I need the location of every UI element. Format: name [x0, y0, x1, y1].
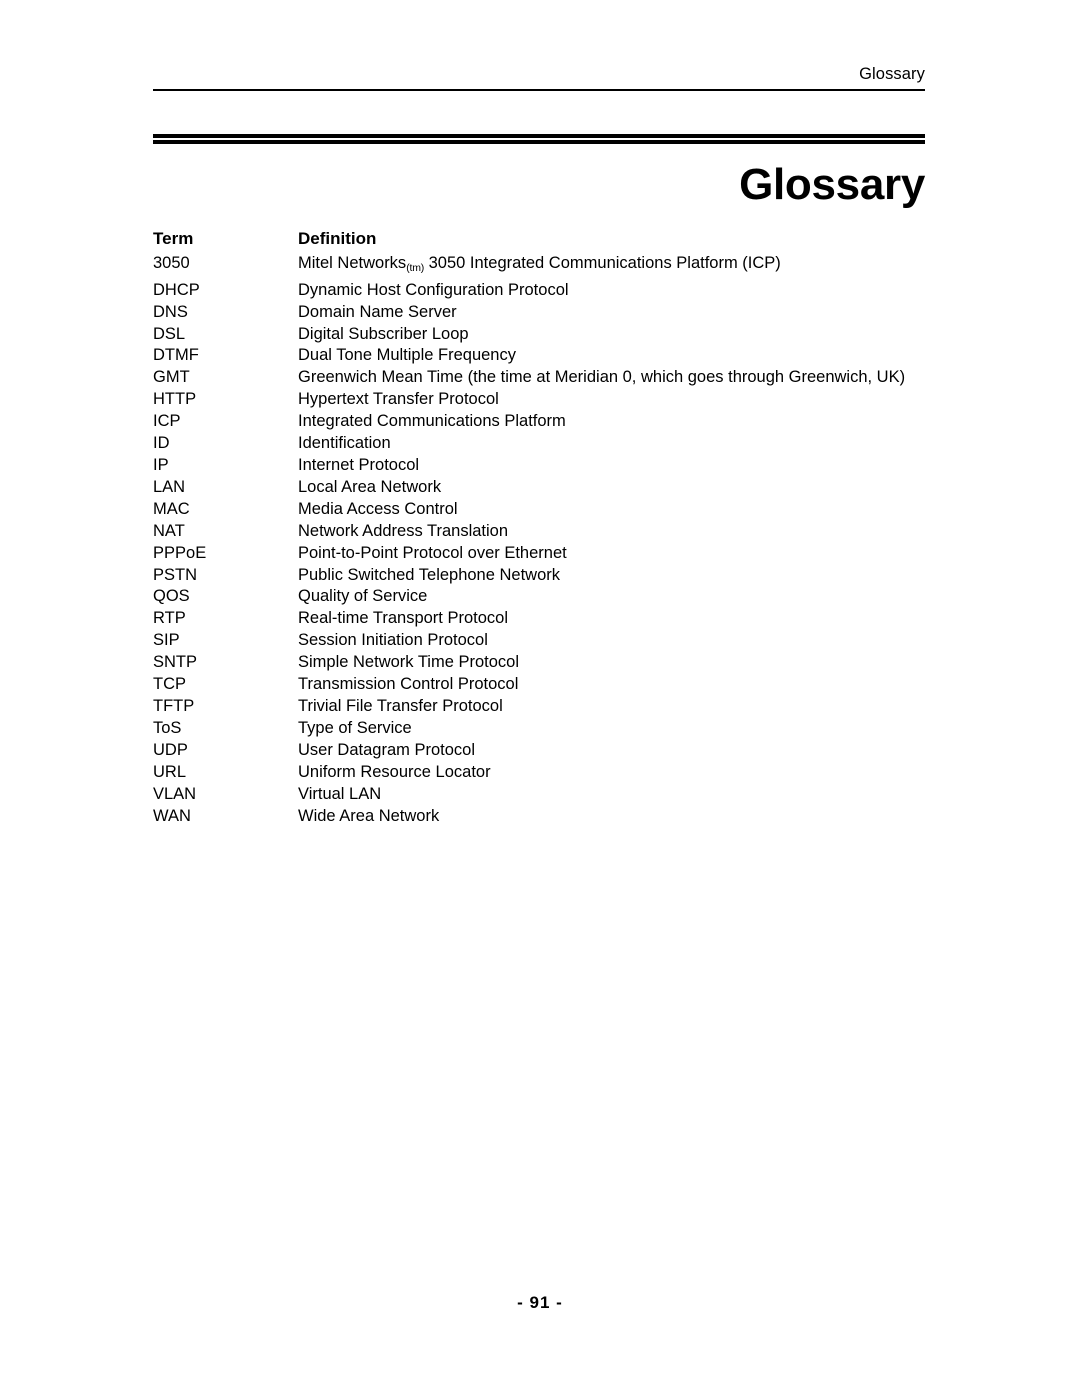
glossary-definition: Domain Name Server — [298, 302, 457, 321]
title-rule-bottom-bar — [153, 140, 925, 144]
definition-text-post: 3050 Integrated Communications Platform … — [424, 253, 781, 272]
page-number: - 91 - — [517, 1293, 563, 1312]
table-row: PPPoE Point-to-Point Protocol over Ethern… — [153, 543, 943, 565]
table-row: QOS Quality of Service — [153, 586, 943, 608]
glossary-term: ToS — [153, 718, 182, 737]
glossary-term: ID — [153, 434, 170, 453]
glossary-term: IP — [153, 456, 169, 474]
header-rule — [153, 89, 925, 91]
glossary-definition: Local Area Network — [298, 477, 442, 496]
glossary-definition: Mitel Networks(tm) 3050 Integrated Commu… — [298, 253, 943, 280]
running-header: Glossary — [859, 65, 925, 83]
glossary-term: TCP — [153, 675, 186, 694]
glossary-term: MAC — [153, 499, 190, 518]
glossary-term: PSTN — [153, 565, 198, 584]
glossary-term: PPPoE — [153, 543, 207, 562]
glossary-term: 3050 — [153, 253, 190, 272]
glossary-definition: Simple Network Time Protocol — [298, 653, 519, 672]
glossary-term: UDP — [153, 740, 188, 759]
glossary-definition: Dual Tone Multiple Frequency — [298, 346, 516, 365]
glossary-term: QOS — [153, 587, 190, 606]
document-page: Glossary Glossary Term Definition 3050 Mi… — [0, 0, 1080, 1397]
glossary-definition: Point-to-Point Protocol over Ethernet — [298, 543, 567, 562]
table-row: SNTP Simple Network Time Protocol — [153, 652, 943, 674]
glossary-term: DSL — [153, 324, 186, 343]
glossary-definition: Integrated Communications Platform — [298, 412, 566, 431]
table-row: LAN Local Area Network — [153, 477, 943, 499]
table-row: DTMF Dual Tone Multiple Frequency — [153, 345, 943, 367]
title-rule-top-bar — [153, 134, 925, 138]
glossary-definition: Hypertext Transfer Protocol — [298, 390, 499, 409]
glossary-definition: Digital Subscriber Loop — [298, 324, 469, 343]
glossary-definition: Session Initiation Protocol — [298, 631, 488, 650]
glossary-definition: Internet Protocol — [298, 456, 420, 474]
glossary-definition: Wide Area Network — [298, 806, 440, 825]
glossary-definition: User Datagram Protocol — [298, 740, 475, 759]
glossary-term: GMT — [153, 368, 190, 387]
table-row: WAN Wide Area Network — [153, 806, 943, 828]
table-row: MAC Media Access Control — [153, 499, 943, 521]
column-header-definition: Definition — [298, 229, 377, 248]
definition-text-pre: Mitel Networks — [298, 253, 407, 272]
table-row: RTP Real-time Transport Protocol — [153, 608, 943, 630]
table-header-row: Term Definition — [153, 228, 943, 253]
glossary-definition: Real-time Transport Protocol — [298, 609, 508, 628]
glossary-definition: Dynamic Host Configuration Protocol — [298, 280, 569, 299]
table-row: HTTP Hypertext Transfer Protocol — [153, 389, 943, 411]
glossary-definition: Public Switched Telephone Network — [298, 565, 561, 584]
glossary-table-body: 3050 Mitel Networks(tm) 3050 Integrated C… — [153, 253, 943, 828]
table-row: ICP Integrated Communications Platform — [153, 411, 943, 433]
glossary-term: LAN — [153, 477, 186, 496]
table-row: DNS Domain Name Server — [153, 302, 943, 324]
glossary-term: WAN — [153, 806, 191, 825]
table-row: IP Internet Protocol — [153, 455, 943, 477]
glossary-term: NAT — [153, 521, 185, 540]
glossary-term: SIP — [153, 631, 180, 650]
table-row: SIP Session Initiation Protocol — [153, 630, 943, 652]
glossary-definition: Identification — [298, 434, 391, 453]
glossary-definition: Trivial File Transfer Protocol — [298, 696, 503, 715]
table-row: URL Uniform Resource Locator — [153, 762, 943, 784]
table-row: ToS Type of Service — [153, 718, 943, 740]
glossary-term: HTTP — [153, 390, 197, 409]
glossary-definition: Uniform Resource Locator — [298, 762, 491, 781]
glossary-definition: Network Address Translation — [298, 521, 509, 540]
title-double-rule — [153, 134, 925, 144]
table-row: DSL Digital Subscriber Loop — [153, 324, 943, 346]
glossary-definition: Greenwich Mean Time (the time at Meridia… — [298, 368, 906, 387]
glossary-term: DNS — [153, 302, 188, 321]
glossary-definition: Virtual LAN — [298, 784, 382, 803]
glossary-term: DTMF — [153, 346, 199, 365]
glossary-definition: Type of Service — [298, 718, 412, 737]
glossary-term: RTP — [153, 609, 186, 628]
glossary-definition: Media Access Control — [298, 499, 458, 518]
table-row: TFTP Trivial File Transfer Protocol — [153, 696, 943, 718]
table-row: VLAN Virtual LAN — [153, 784, 943, 806]
table-row: PSTN Public Switched Telephone Network — [153, 565, 943, 587]
table-row: ID Identification — [153, 433, 943, 455]
glossary-definition: Quality of Service — [298, 587, 428, 606]
glossary-term: DHCP — [153, 280, 200, 299]
glossary-term: SNTP — [153, 653, 198, 672]
table-row: GMT Greenwich Mean Time (the time at Meri… — [153, 367, 943, 389]
table-row: 3050 Mitel Networks(tm) 3050 Integrated C… — [153, 253, 943, 280]
table-row: TCP Transmission Control Protocol — [153, 674, 943, 696]
column-header-term: Term — [153, 229, 194, 248]
glossary-table-head: Term Definition — [153, 228, 943, 253]
glossary-table: Term Definition 3050 Mitel Networks(tm) 3… — [153, 228, 943, 827]
table-row: UDP User Datagram Protocol — [153, 740, 943, 762]
table-row: DHCP Dynamic Host Configuration Protocol — [153, 280, 943, 302]
page-title: Glossary — [739, 160, 925, 209]
glossary-definition: Transmission Control Protocol — [298, 675, 519, 694]
glossary-term: VLAN — [153, 784, 197, 803]
glossary-term: ICP — [153, 412, 181, 431]
glossary-term: URL — [153, 762, 187, 781]
table-row: NAT Network Address Translation — [153, 521, 943, 543]
trademark-mark: (tm) — [406, 261, 425, 274]
glossary-term: TFTP — [153, 696, 195, 715]
